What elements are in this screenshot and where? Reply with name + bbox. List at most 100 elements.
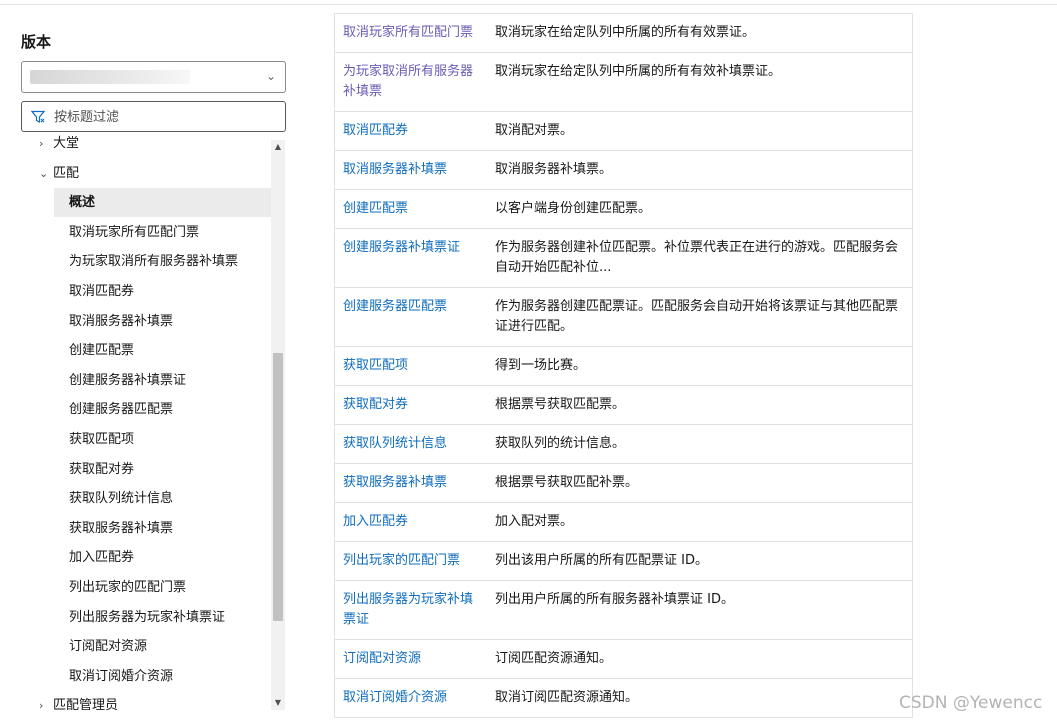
api-link[interactable]: 列出玩家的匹配门票 bbox=[335, 542, 486, 580]
toc-item[interactable]: 创建服务器补填票证 bbox=[21, 366, 271, 395]
table-row: 创建匹配票 以客户端身份创建匹配票。 bbox=[335, 190, 912, 229]
api-link[interactable]: 取消匹配券 bbox=[335, 112, 486, 150]
toc-item[interactable]: 订阅配对资源 bbox=[21, 632, 271, 661]
toc-item[interactable]: 获取队列统计信息 bbox=[21, 484, 271, 513]
toc-parent-item[interactable]: ⌄ 匹配 bbox=[21, 159, 271, 188]
api-link[interactable]: 取消服务器补填票 bbox=[335, 151, 486, 189]
toc-item[interactable]: 创建匹配票 bbox=[21, 336, 271, 365]
toc-item-label: 取消玩家所有匹配门票 bbox=[69, 224, 200, 240]
table-row: 创建服务器补填票证 作为服务器创建补位匹配票。补位票代表正在进行的游戏。匹配服务会… bbox=[335, 229, 912, 288]
toc-scrollbar[interactable]: ▲ ▼ bbox=[271, 140, 285, 710]
toc-item[interactable]: 取消订阅婚介资源 bbox=[21, 662, 271, 691]
api-description: 得到一场比赛。 bbox=[495, 358, 587, 373]
api-link[interactable]: 创建服务器补填票证 bbox=[335, 229, 486, 287]
api-link[interactable]: 订阅配对资源 bbox=[335, 640, 486, 678]
scrollbar-thumb[interactable] bbox=[273, 353, 283, 621]
chevron-down-icon[interactable]: ⌄ bbox=[39, 159, 51, 188]
table-row: 获取配对券 根据票号获取匹配票。 bbox=[335, 386, 912, 425]
api-link[interactable]: 加入匹配券 bbox=[335, 503, 486, 541]
toc-item[interactable]: 获取匹配项 bbox=[21, 425, 271, 454]
api-link[interactable]: 获取队列统计信息 bbox=[335, 425, 486, 463]
api-description: 订阅匹配资源通知。 bbox=[495, 651, 613, 666]
api-description: 列出该用户所属的所有匹配票证 ID。 bbox=[495, 553, 708, 568]
table-row: 获取队列统计信息 获取队列的统计信息。 bbox=[335, 425, 912, 464]
toc-tree: › 大堂 ⌄ 匹配 概述 取消玩家所有匹配门票 为玩家取消所有服务器补填票 取消匹配券 取消服务… bbox=[21, 135, 271, 710]
toc-item[interactable]: 加入匹配券 bbox=[21, 543, 271, 572]
filter-input[interactable] bbox=[54, 107, 274, 127]
toc-item-label: 获取服务器补填票 bbox=[69, 520, 174, 536]
toc-parent-item[interactable]: › 匹配管理员 bbox=[21, 691, 271, 710]
table-row: 订阅配对资源 订阅匹配资源通知。 bbox=[335, 640, 912, 679]
api-description: 作为服务器创建匹配票证。匹配服务会自动开始将该票证与其他匹配票证进行匹配。 bbox=[495, 299, 899, 334]
filter-icon bbox=[31, 110, 45, 123]
toc-item[interactable]: 取消匹配券 bbox=[21, 277, 271, 306]
version-select-value bbox=[30, 70, 190, 84]
api-description: 根据票号获取匹配票。 bbox=[495, 397, 626, 412]
toc-item-label: 创建匹配票 bbox=[69, 343, 135, 359]
toc-item-label: 取消匹配券 bbox=[69, 284, 135, 299]
api-link[interactable]: 取消玩家所有匹配门票 bbox=[335, 14, 486, 52]
toc-parent-item[interactable]: › 大堂 bbox=[21, 135, 271, 158]
scroll-up-arrow-icon[interactable]: ▲ bbox=[271, 140, 285, 154]
scroll-down-arrow-icon[interactable]: ▼ bbox=[271, 696, 285, 710]
toc-item-label: 获取配对券 bbox=[69, 461, 135, 477]
toc-item-label: 为玩家取消所有服务器补填票 bbox=[69, 254, 239, 270]
table-row: 加入匹配券 加入配对票。 bbox=[335, 503, 912, 542]
toc-item[interactable]: 获取配对券 bbox=[21, 455, 271, 484]
table-row: 取消匹配券 取消配对票。 bbox=[335, 112, 912, 151]
toc-item-label: 创建服务器匹配票 bbox=[69, 402, 174, 418]
api-description: 取消订阅匹配资源通知。 bbox=[495, 690, 639, 705]
table-row: 列出服务器为玩家补填票证 列出用户所属的所有服务器补填票证 ID。 bbox=[335, 581, 912, 640]
api-description: 取消服务器补填票。 bbox=[495, 162, 613, 177]
api-description: 获取队列的统计信息。 bbox=[495, 436, 626, 451]
api-link[interactable]: 列出服务器为玩家补填票证 bbox=[335, 581, 486, 639]
toc-item-label: 大堂 bbox=[53, 136, 80, 151]
toc-item-label: 列出服务器为玩家补填票证 bbox=[69, 609, 226, 625]
toc-item-label: 取消订阅婚介资源 bbox=[69, 668, 174, 684]
table-row: 创建服务器匹配票 作为服务器创建匹配票证。匹配服务会自动开始将该票证与其他匹配票证… bbox=[335, 288, 912, 347]
api-link[interactable]: 获取服务器补填票 bbox=[335, 464, 486, 502]
toc-item[interactable]: 列出玩家的匹配门票 bbox=[21, 573, 271, 602]
chevron-right-icon[interactable]: › bbox=[39, 135, 51, 158]
toc-item[interactable]: 取消服务器补填票 bbox=[21, 307, 271, 336]
api-description: 根据票号获取匹配补票。 bbox=[495, 475, 639, 490]
version-select[interactable]: ⌄ bbox=[21, 61, 286, 93]
toc-item-label: 列出玩家的匹配门票 bbox=[69, 580, 187, 595]
toc-item[interactable]: 为玩家取消所有服务器补填票 bbox=[21, 247, 271, 276]
toc-item-label: 订阅配对资源 bbox=[69, 639, 148, 655]
api-link[interactable]: 获取配对券 bbox=[335, 386, 486, 424]
toc-item[interactable]: 概述 bbox=[54, 188, 271, 218]
filter-box[interactable] bbox=[21, 101, 286, 132]
toc-item-label: 匹配 bbox=[53, 165, 80, 181]
api-description: 列出用户所属的所有服务器补填票证 ID。 bbox=[495, 592, 734, 607]
api-description: 以客户端身份创建匹配票。 bbox=[495, 201, 652, 216]
sidebar: 版本 ⌄ ›大堂⌄匹配概述取消玩家所有匹配门票为玩家取消所有服务器补填票取消匹配… bbox=[0, 0, 300, 721]
api-description: 取消玩家在给定队列中所属的所有有效补填票证。 bbox=[495, 64, 782, 79]
api-link[interactable]: 创建匹配票 bbox=[335, 190, 486, 228]
toc-item-label: 取消服务器补填票 bbox=[69, 313, 174, 329]
toc-item[interactable]: 列出服务器为玩家补填票证 bbox=[21, 603, 271, 632]
toc-item[interactable]: 创建服务器匹配票 bbox=[21, 395, 271, 424]
toc-item-label: 获取队列统计信息 bbox=[69, 491, 174, 507]
table-row: 列出玩家的匹配门票 列出该用户所属的所有匹配票证 ID。 bbox=[335, 542, 912, 581]
toc-item-label: 创建服务器补填票证 bbox=[69, 372, 187, 388]
api-description: 作为服务器创建补位匹配票。补位票代表正在进行的游戏。匹配服务会自动开始匹配补位.… bbox=[495, 240, 899, 275]
table-row: 获取匹配项 得到一场比赛。 bbox=[335, 347, 912, 386]
table-row: 获取服务器补填票 根据票号获取匹配补票。 bbox=[335, 464, 912, 503]
api-table: 取消玩家所有匹配门票 取消玩家在给定队列中所属的所有有效票证。 为玩家取消所有服务器… bbox=[334, 13, 913, 718]
api-description: 取消配对票。 bbox=[495, 123, 574, 138]
api-link[interactable]: 获取匹配项 bbox=[335, 347, 486, 385]
version-heading: 版本 bbox=[21, 33, 52, 51]
watermark: CSDN @Yewencc bbox=[899, 693, 1043, 713]
chevron-right-icon[interactable]: › bbox=[39, 691, 51, 710]
toc-item[interactable]: 获取服务器补填票 bbox=[21, 514, 271, 543]
table-row: 取消玩家所有匹配门票 取消玩家在给定队列中所属的所有有效票证。 bbox=[335, 14, 912, 53]
toc-item[interactable]: 取消玩家所有匹配门票 bbox=[21, 218, 271, 247]
table-row: 为玩家取消所有服务器补填票 取消玩家在给定队列中所属的所有有效补填票证。 bbox=[335, 53, 912, 112]
api-link[interactable]: 取消订阅婚介资源 bbox=[335, 679, 486, 717]
api-link[interactable]: 创建服务器匹配票 bbox=[335, 288, 486, 346]
toc-item-label: 概述 bbox=[69, 195, 96, 211]
toc-item-label: 获取匹配项 bbox=[69, 432, 135, 447]
api-description: 加入配对票。 bbox=[495, 514, 574, 529]
api-link[interactable]: 为玩家取消所有服务器补填票 bbox=[335, 53, 486, 111]
